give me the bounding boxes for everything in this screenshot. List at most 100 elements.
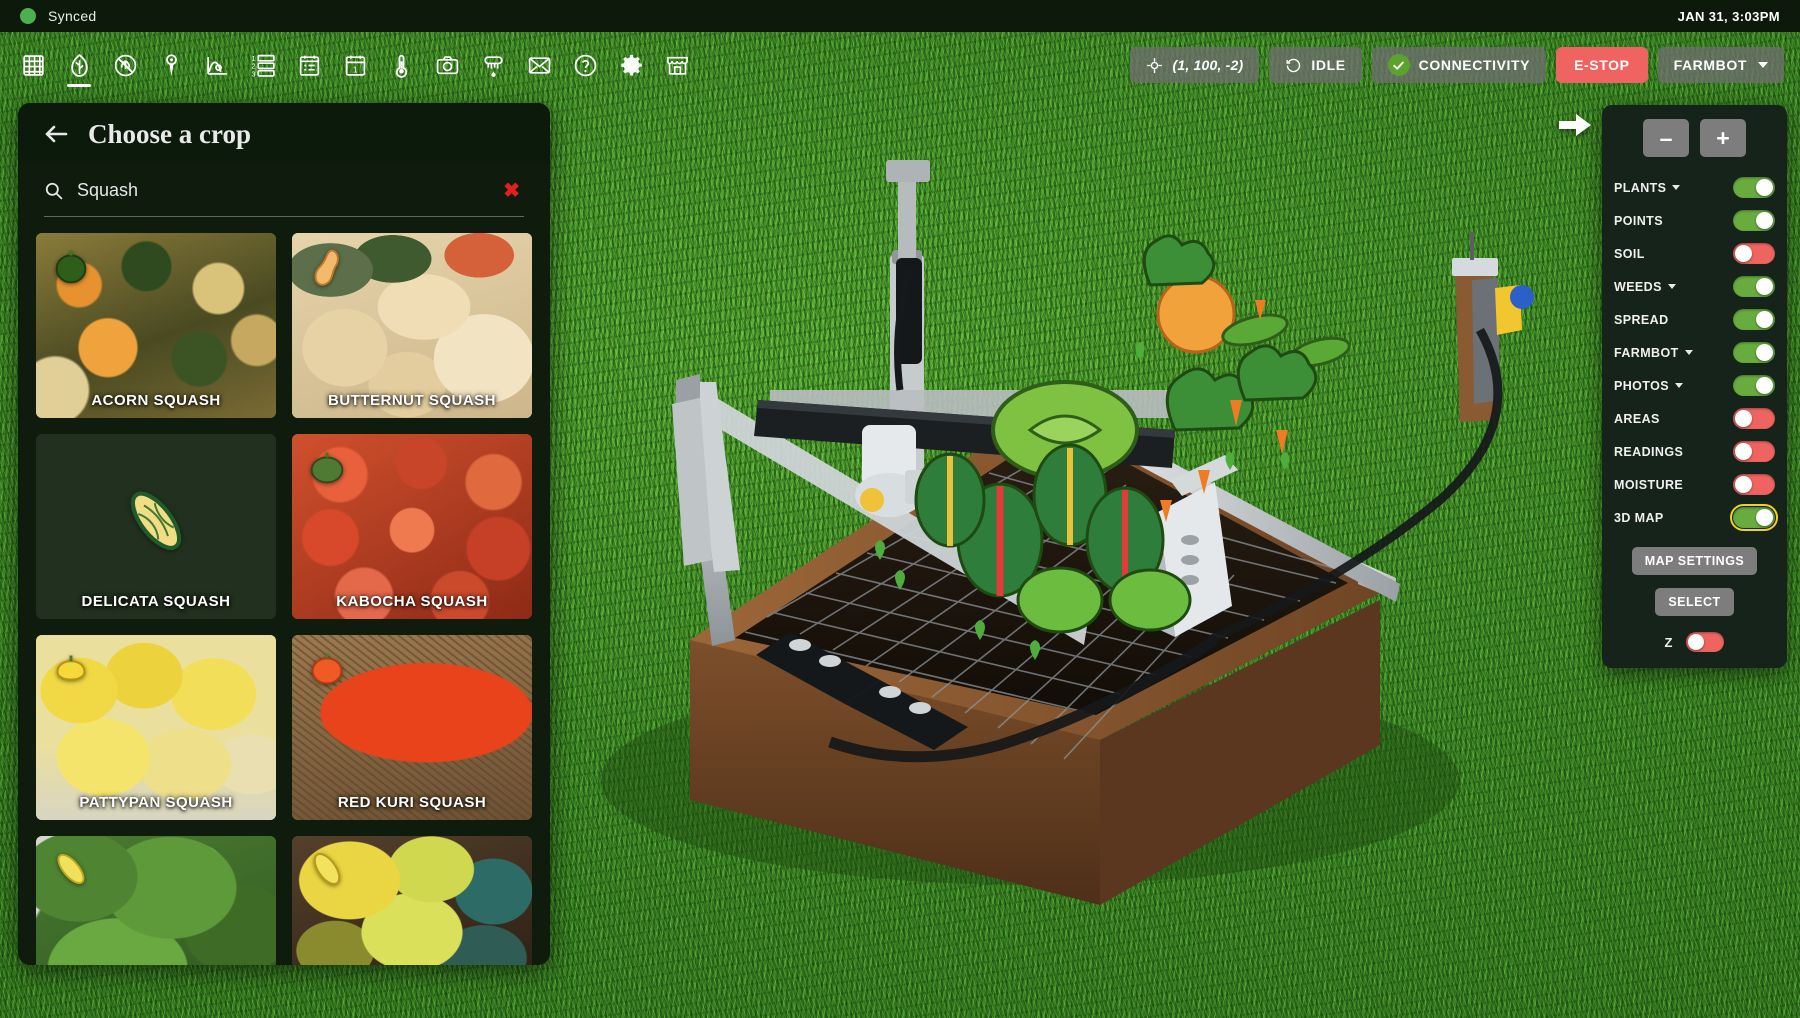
messages-icon (528, 56, 550, 74)
search-input[interactable] (77, 180, 500, 201)
estop-label: E-STOP (1574, 57, 1630, 73)
layer-label: SPREAD (1614, 312, 1669, 327)
weeds-icon (114, 54, 136, 76)
zoom-out-button[interactable]: – (1643, 119, 1689, 157)
layer-toggle-moisture[interactable] (1733, 474, 1775, 495)
map-settings-button[interactable]: MAP SETTINGS (1631, 547, 1758, 575)
tools-icon (483, 55, 503, 77)
select-button[interactable]: SELECT (1655, 588, 1734, 616)
choose-crop-panel: Choose a crop ✖ ACORN SQUASH (18, 103, 550, 965)
nav-item-regimens[interactable] (290, 42, 328, 88)
layer-row-3d-map: 3D MAP (1614, 501, 1778, 534)
layer-toggle-readings[interactable] (1733, 441, 1775, 462)
layer-toggle-spread[interactable] (1733, 309, 1775, 330)
layer-label: MOISTURE (1614, 477, 1684, 492)
chevron-down-icon[interactable] (1667, 284, 1676, 289)
crop-results-grid: ACORN SQUASH BUTTERNUT SQUASH DELICATA S… (18, 217, 550, 965)
crop-card[interactable]: BUTTERNUT SQUASH (292, 233, 532, 418)
svg-text:1: 1 (352, 64, 357, 74)
layer-toggle-points[interactable] (1733, 210, 1775, 231)
layer-label: POINTS (1614, 213, 1663, 228)
layer-toggle-soil[interactable] (1733, 243, 1775, 264)
layer-toggle-farmbot[interactable] (1733, 342, 1775, 363)
chevron-down-icon[interactable] (1674, 383, 1683, 388)
nav-item-weeds[interactable] (106, 42, 144, 88)
z-axis-toggle[interactable] (1686, 632, 1725, 652)
nav-item-sensors[interactable] (382, 42, 420, 88)
crop-search-row: ✖ (44, 165, 524, 217)
crop-card[interactable]: SPAGHETTI SQUASH (36, 836, 276, 965)
chevron-down-icon[interactable] (1684, 350, 1693, 355)
layer-label: PLANTS (1614, 180, 1667, 195)
connectivity-label: CONNECTIVITY (1418, 57, 1531, 73)
crop-card[interactable]: RED KURI SQUASH (292, 635, 532, 820)
nav-item-events[interactable]: 1 (336, 42, 374, 88)
nav-right-controls: (1, 100, -2) IDLE CONNECTIVITY E-STOP FA… (1130, 47, 1800, 83)
expand-panel-arrow[interactable] (1558, 110, 1592, 140)
crop-card[interactable]: ACORN SQUASH (36, 233, 276, 418)
nav-item-plants[interactable] (60, 42, 98, 88)
nav-item-curves[interactable] (198, 42, 236, 88)
status-bar: Synced JAN 31, 3:03PM (0, 0, 1800, 32)
nav-item-shop[interactable] (658, 42, 696, 88)
estop-button[interactable]: E-STOP (1556, 47, 1648, 83)
nav-item-tools[interactable] (474, 42, 512, 88)
butternut-squash-icon (304, 243, 350, 289)
select-row: SELECT (1614, 588, 1775, 616)
crop-name: RED KURI SQUASH (337, 794, 487, 811)
chevron-down-icon[interactable] (1672, 185, 1681, 190)
connectivity-button[interactable]: CONNECTIVITY (1371, 47, 1547, 83)
crop-name: PATTYPAN SQUASH (79, 794, 233, 811)
layer-toggle-3d-map[interactable] (1730, 504, 1778, 531)
svg-text:3: 3 (251, 69, 255, 78)
coordinates-indicator[interactable]: (1, 100, -2) (1130, 47, 1260, 83)
nav-item-points[interactable] (152, 42, 190, 88)
farmbot-app: Synced JAN 31, 3:03PM 1 2 3 1 (1, 100, -… (0, 0, 1800, 1018)
crosshair-icon (1147, 57, 1163, 73)
nav-icon-list: 1 2 3 1 (0, 42, 696, 88)
bot-status-indicator[interactable]: IDLE (1269, 47, 1362, 83)
layer-row-weeds: WEEDS (1614, 270, 1775, 303)
arrow-right-icon (1559, 114, 1591, 136)
layer-toggle-weeds[interactable] (1733, 276, 1775, 297)
device-menu-button[interactable]: FARMBOT (1657, 47, 1784, 83)
curves-icon (206, 56, 227, 75)
nav-item-help[interactable] (566, 42, 604, 88)
layer-toggle-plants[interactable] (1733, 177, 1775, 198)
layer-label: SOIL (1614, 246, 1645, 261)
layer-label: PHOTOS (1614, 378, 1669, 393)
crop-card[interactable]: KABOCHA SQUASH (292, 434, 532, 619)
layer-label: READINGS (1614, 444, 1684, 459)
coordinates-value: (1, 100, -2) (1172, 57, 1244, 73)
spaghetti-squash-icon (48, 846, 94, 892)
zoom-in-button[interactable]: + (1700, 119, 1746, 157)
sync-status-dot (20, 8, 36, 24)
plant-leaf-icon (70, 53, 88, 77)
nav-item-settings[interactable] (612, 42, 650, 88)
shop-icon (666, 56, 688, 75)
red-kuri-squash-icon (304, 645, 350, 691)
crop-card[interactable]: PATTYPAN SQUASH (36, 635, 276, 820)
nav-item-messages[interactable] (520, 42, 558, 88)
z-axis-row: Z (1614, 632, 1775, 652)
device-menu-label: FARMBOT (1673, 57, 1747, 73)
nav-item-sequences[interactable]: 1 2 3 (244, 42, 282, 88)
layer-toggle-areas[interactable] (1733, 408, 1775, 429)
history-icon (1286, 58, 1301, 72)
crop-card[interactable]: SQUASH (292, 836, 532, 965)
nav-item-photos[interactable] (428, 42, 466, 88)
map-layer-panel: – + PLANTS POINTS SOIL WEEDS SPREAD FARM… (1602, 105, 1787, 668)
crop-name: ACORN SQUASH (91, 392, 221, 409)
kabocha-squash-icon (304, 444, 350, 490)
layer-row-spread: SPREAD (1614, 303, 1775, 336)
layer-toggle-photos[interactable] (1733, 375, 1775, 396)
nav-toolbar: 1 2 3 1 (1, 100, -2) IDLE CONNECTIVITY E… (0, 32, 1800, 98)
layer-label: WEEDS (1614, 279, 1662, 294)
crop-card[interactable]: DELICATA SQUASH (36, 434, 276, 619)
crop-panel-header: Choose a crop (18, 103, 550, 165)
nav-item-grid[interactable] (14, 42, 52, 88)
back-arrow-icon[interactable] (44, 124, 68, 144)
layer-row-areas: AREAS (1614, 402, 1775, 435)
chevron-down-icon (1758, 62, 1768, 68)
clear-search-icon[interactable]: ✖ (499, 179, 524, 203)
